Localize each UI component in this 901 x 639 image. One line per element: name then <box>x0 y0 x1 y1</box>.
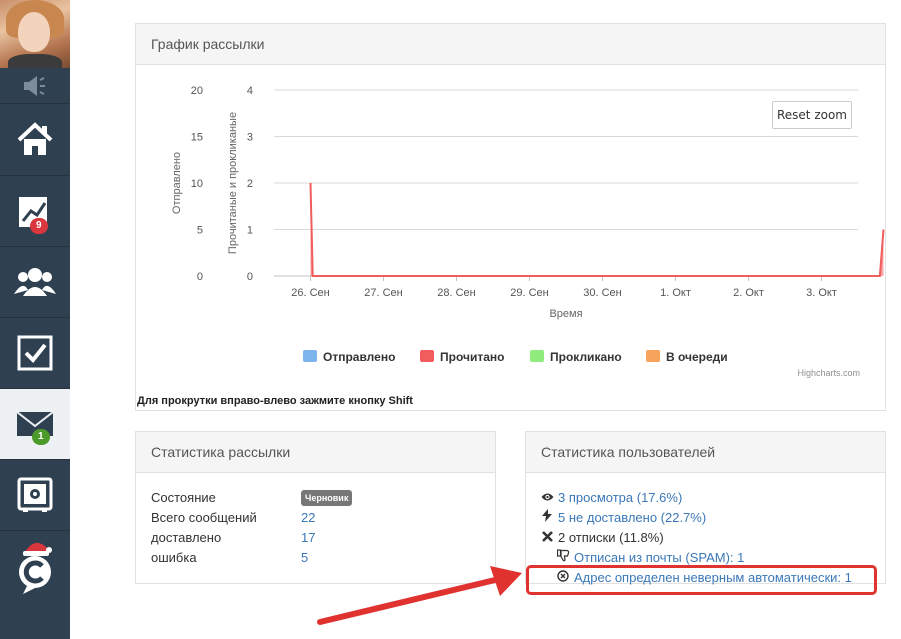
santa-hat-logo-icon <box>19 542 52 594</box>
x-tick-label: 3. Окт <box>806 287 837 299</box>
x-tick-label: 27. Сен <box>364 287 402 299</box>
y-tick-label-left: 0 <box>197 271 203 283</box>
x-icon <box>540 529 554 547</box>
stat-label: ошибка <box>151 550 197 565</box>
legend-swatch <box>303 350 317 362</box>
stats-panel-title: Статистика рассылки <box>136 432 495 473</box>
scroll-hint: Для прокрутки вправо-влево зажмите кнопк… <box>137 395 413 407</box>
home-icon <box>17 122 53 155</box>
legend-item: Прокликано <box>550 350 622 364</box>
x-tick-label: 28. Сен <box>437 287 475 299</box>
stat-value-link[interactable]: 17 <box>301 529 315 547</box>
stat-label: Всего сообщений <box>151 510 257 525</box>
x-tick-label: 1. Окт <box>660 287 691 299</box>
stat-row-error: ошибка 5 <box>151 549 308 567</box>
status-badge: Черновик <box>301 490 353 506</box>
y-tick-label-left: 15 <box>191 132 203 144</box>
sidebar: 9 1 <box>0 0 70 639</box>
y-tick-label-right: 4 <box>247 85 253 97</box>
sidebar-item-tasks[interactable] <box>0 318 70 389</box>
x-tick-label: 29. Сен <box>510 287 548 299</box>
y-tick-label-left: 5 <box>197 225 203 237</box>
user-avatar[interactable] <box>0 0 70 68</box>
x-axis-title: Время <box>549 308 582 320</box>
x-tick-label: 26. Сен <box>291 287 329 299</box>
reset-zoom-button[interactable]: Reset zoom <box>772 101 852 129</box>
not-delivered-link[interactable]: 5 не доставлено (22.7%) <box>540 509 706 527</box>
sidebar-item-stats[interactable]: 9 <box>0 176 70 247</box>
sidebar-item-users[interactable] <box>0 247 70 318</box>
legend-item: Отправлено <box>323 350 395 364</box>
safe-icon <box>17 477 53 512</box>
legend-swatch <box>420 350 434 362</box>
annotation-arrow-icon <box>317 566 522 625</box>
legend-item: Прочитано <box>440 350 504 364</box>
checkbox-icon <box>17 335 53 371</box>
stat-label: Состояние <box>151 490 216 505</box>
y-axis-title-left: Отправлено <box>171 152 183 214</box>
y-tick-label-right: 3 <box>247 132 253 144</box>
legend-swatch <box>530 350 544 362</box>
stats-badge: 9 <box>30 218 48 234</box>
stat-row-state: Состояние Черновик <box>151 489 353 507</box>
eye-icon <box>540 489 554 507</box>
unsubscribes-row: 2 отписки (11.8%) <box>540 529 664 547</box>
x-tick-label: 30. Сен <box>583 287 621 299</box>
users-panel-title: Статистика пользователей <box>526 432 885 473</box>
y-tick-label-left: 10 <box>191 178 203 190</box>
y-tick-label-left: 20 <box>191 85 203 97</box>
y-tick-label-right: 0 <box>247 271 253 283</box>
x-tick-label: 2. Окт <box>733 287 764 299</box>
sidebar-item-mail[interactable]: 1 <box>0 389 70 460</box>
sidebar-item-safe[interactable] <box>0 460 70 531</box>
chart-panel: График рассылки 4 3 2 1 0 20 15 10 5 0 Отправлено П… <box>135 23 886 411</box>
sidebar-item-logo[interactable] <box>0 531 70 601</box>
highlight-box <box>526 565 877 595</box>
speaker-icon[interactable] <box>0 68 70 104</box>
chart-panel-title: График рассылки <box>136 24 885 65</box>
user-stats-panel: Статистика пользователей 3 просмотра (17… <box>525 431 886 585</box>
highcharts-credit: Highcharts.com <box>797 368 860 378</box>
y-axis-title-right: Прочитаные и прокликаные <box>227 112 239 254</box>
stat-row-total: Всего сообщений 22 <box>151 509 315 527</box>
stat-label: доставлено <box>151 530 222 545</box>
bolt-icon <box>540 509 554 527</box>
y-tick-label-right: 2 <box>247 178 253 190</box>
stat-value-link[interactable]: 22 <box>301 509 315 527</box>
y-tick-label-right: 1 <box>247 225 253 237</box>
views-link[interactable]: 3 просмотра (17.6%) <box>540 489 682 507</box>
users-icon <box>14 268 56 296</box>
stat-value-link[interactable]: 5 <box>301 549 308 567</box>
legend-item: В очереди <box>666 350 728 364</box>
stat-row-delivered: доставлено 17 <box>151 529 315 547</box>
mail-badge: 1 <box>32 429 50 445</box>
sidebar-item-home[interactable] <box>0 105 70 176</box>
legend-swatch <box>646 350 660 362</box>
